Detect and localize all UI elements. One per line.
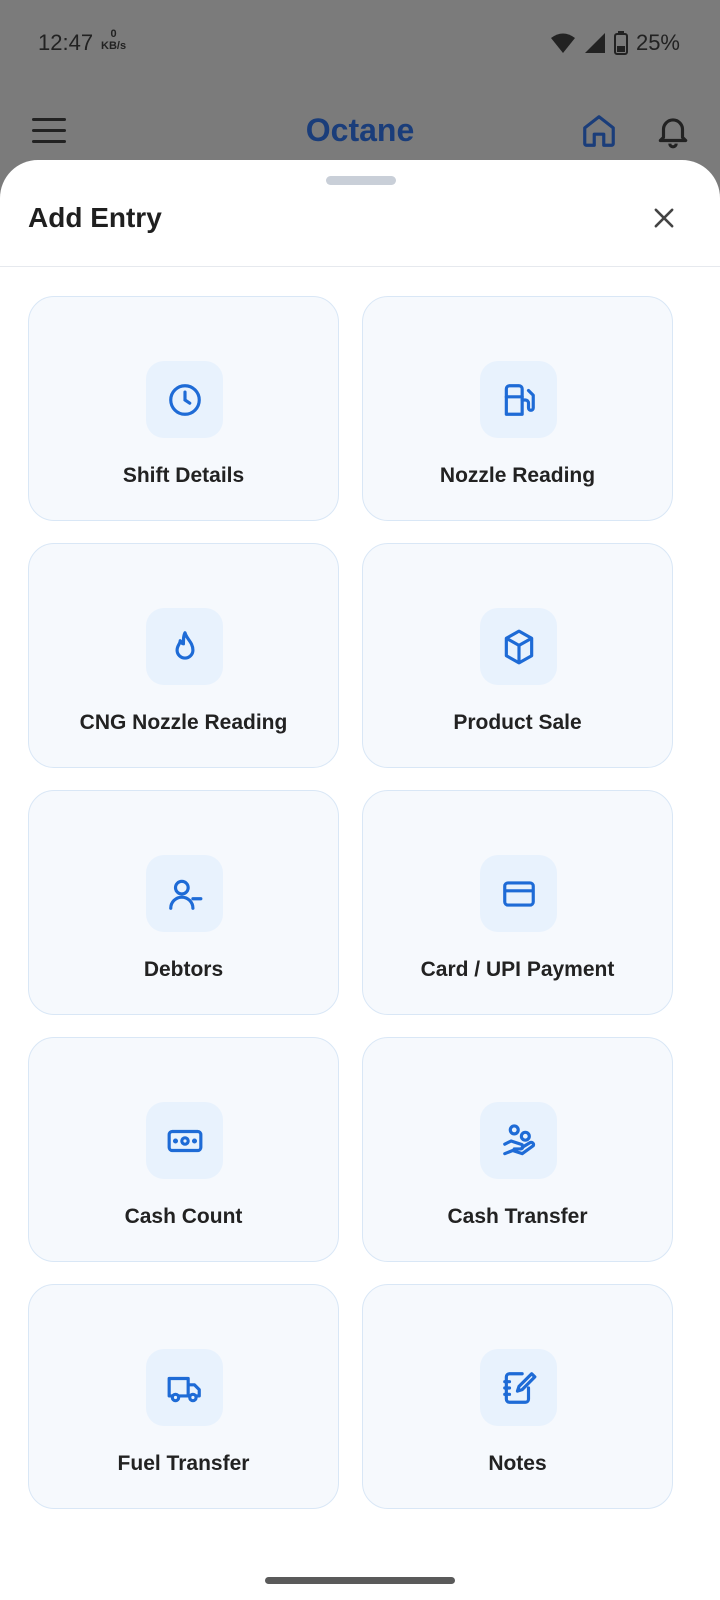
tile-label: Fuel Transfer	[117, 1452, 250, 1475]
notebook-pen-icon	[480, 1349, 557, 1426]
tile-label: Cash Transfer	[447, 1205, 588, 1228]
battery-icon	[613, 31, 628, 55]
network-speed-unit: KB/s	[101, 40, 127, 52]
tile-shift-details[interactable]: Shift Details	[28, 296, 339, 521]
tile-product-sale[interactable]: Product Sale	[362, 543, 673, 768]
sheet-title: Add Entry	[28, 202, 162, 233]
tile-cash-count[interactable]: Cash Count	[28, 1037, 339, 1262]
network-speed: 0 KB/s	[101, 28, 126, 52]
hand-coins-icon	[480, 1102, 557, 1179]
box-icon	[480, 608, 557, 685]
status-time: 12:47	[38, 30, 94, 55]
tile-label: Debtors	[143, 958, 224, 981]
fuel-pump-icon	[480, 361, 557, 438]
system-icons: 25%	[550, 30, 680, 56]
status-bar: 12:47 0 KB/s 25%	[0, 0, 720, 90]
flame-icon	[146, 608, 223, 685]
truck-icon	[146, 1349, 223, 1426]
credit-card-icon	[480, 855, 557, 932]
user-minus-icon	[146, 855, 223, 932]
gesture-nav-bar[interactable]	[265, 1577, 455, 1584]
network-speed-value: 0	[110, 28, 117, 40]
tile-cng-nozzle-reading[interactable]: CNG Nozzle Reading	[28, 543, 339, 768]
drag-handle[interactable]	[326, 176, 396, 185]
app-bar: Octane	[0, 96, 720, 166]
tile-label: Shift Details	[122, 464, 245, 487]
close-icon[interactable]	[650, 204, 678, 237]
wifi-icon	[550, 33, 575, 53]
add-entry-sheet: Add Entry Shift Details Nozzle Reading C…	[0, 160, 720, 1600]
sheet-divider	[0, 266, 720, 267]
tile-label: Notes	[488, 1452, 547, 1475]
bell-icon[interactable]	[654, 112, 692, 155]
signal-icon	[584, 33, 605, 53]
tile-label: Cash Count	[124, 1205, 243, 1228]
tile-card-upi-payment[interactable]: Card / UPI Payment	[362, 790, 673, 1015]
entry-grid: Shift Details Nozzle Reading CNG Nozzle …	[28, 296, 674, 1509]
tile-label: Nozzle Reading	[439, 464, 596, 487]
banknote-icon	[146, 1102, 223, 1179]
tile-notes[interactable]: Notes	[362, 1284, 673, 1509]
tile-label: Product Sale	[453, 711, 582, 734]
tile-cash-transfer[interactable]: Cash Transfer	[362, 1037, 673, 1262]
tile-label: Card / UPI Payment	[420, 958, 615, 981]
tile-nozzle-reading[interactable]: Nozzle Reading	[362, 296, 673, 521]
clock-icon	[146, 361, 223, 438]
home-icon[interactable]	[580, 112, 618, 155]
tile-label: CNG Nozzle Reading	[79, 711, 288, 734]
tile-fuel-transfer[interactable]: Fuel Transfer	[28, 1284, 339, 1509]
tile-debtors[interactable]: Debtors	[28, 790, 339, 1015]
battery-level: 25%	[635, 30, 680, 55]
